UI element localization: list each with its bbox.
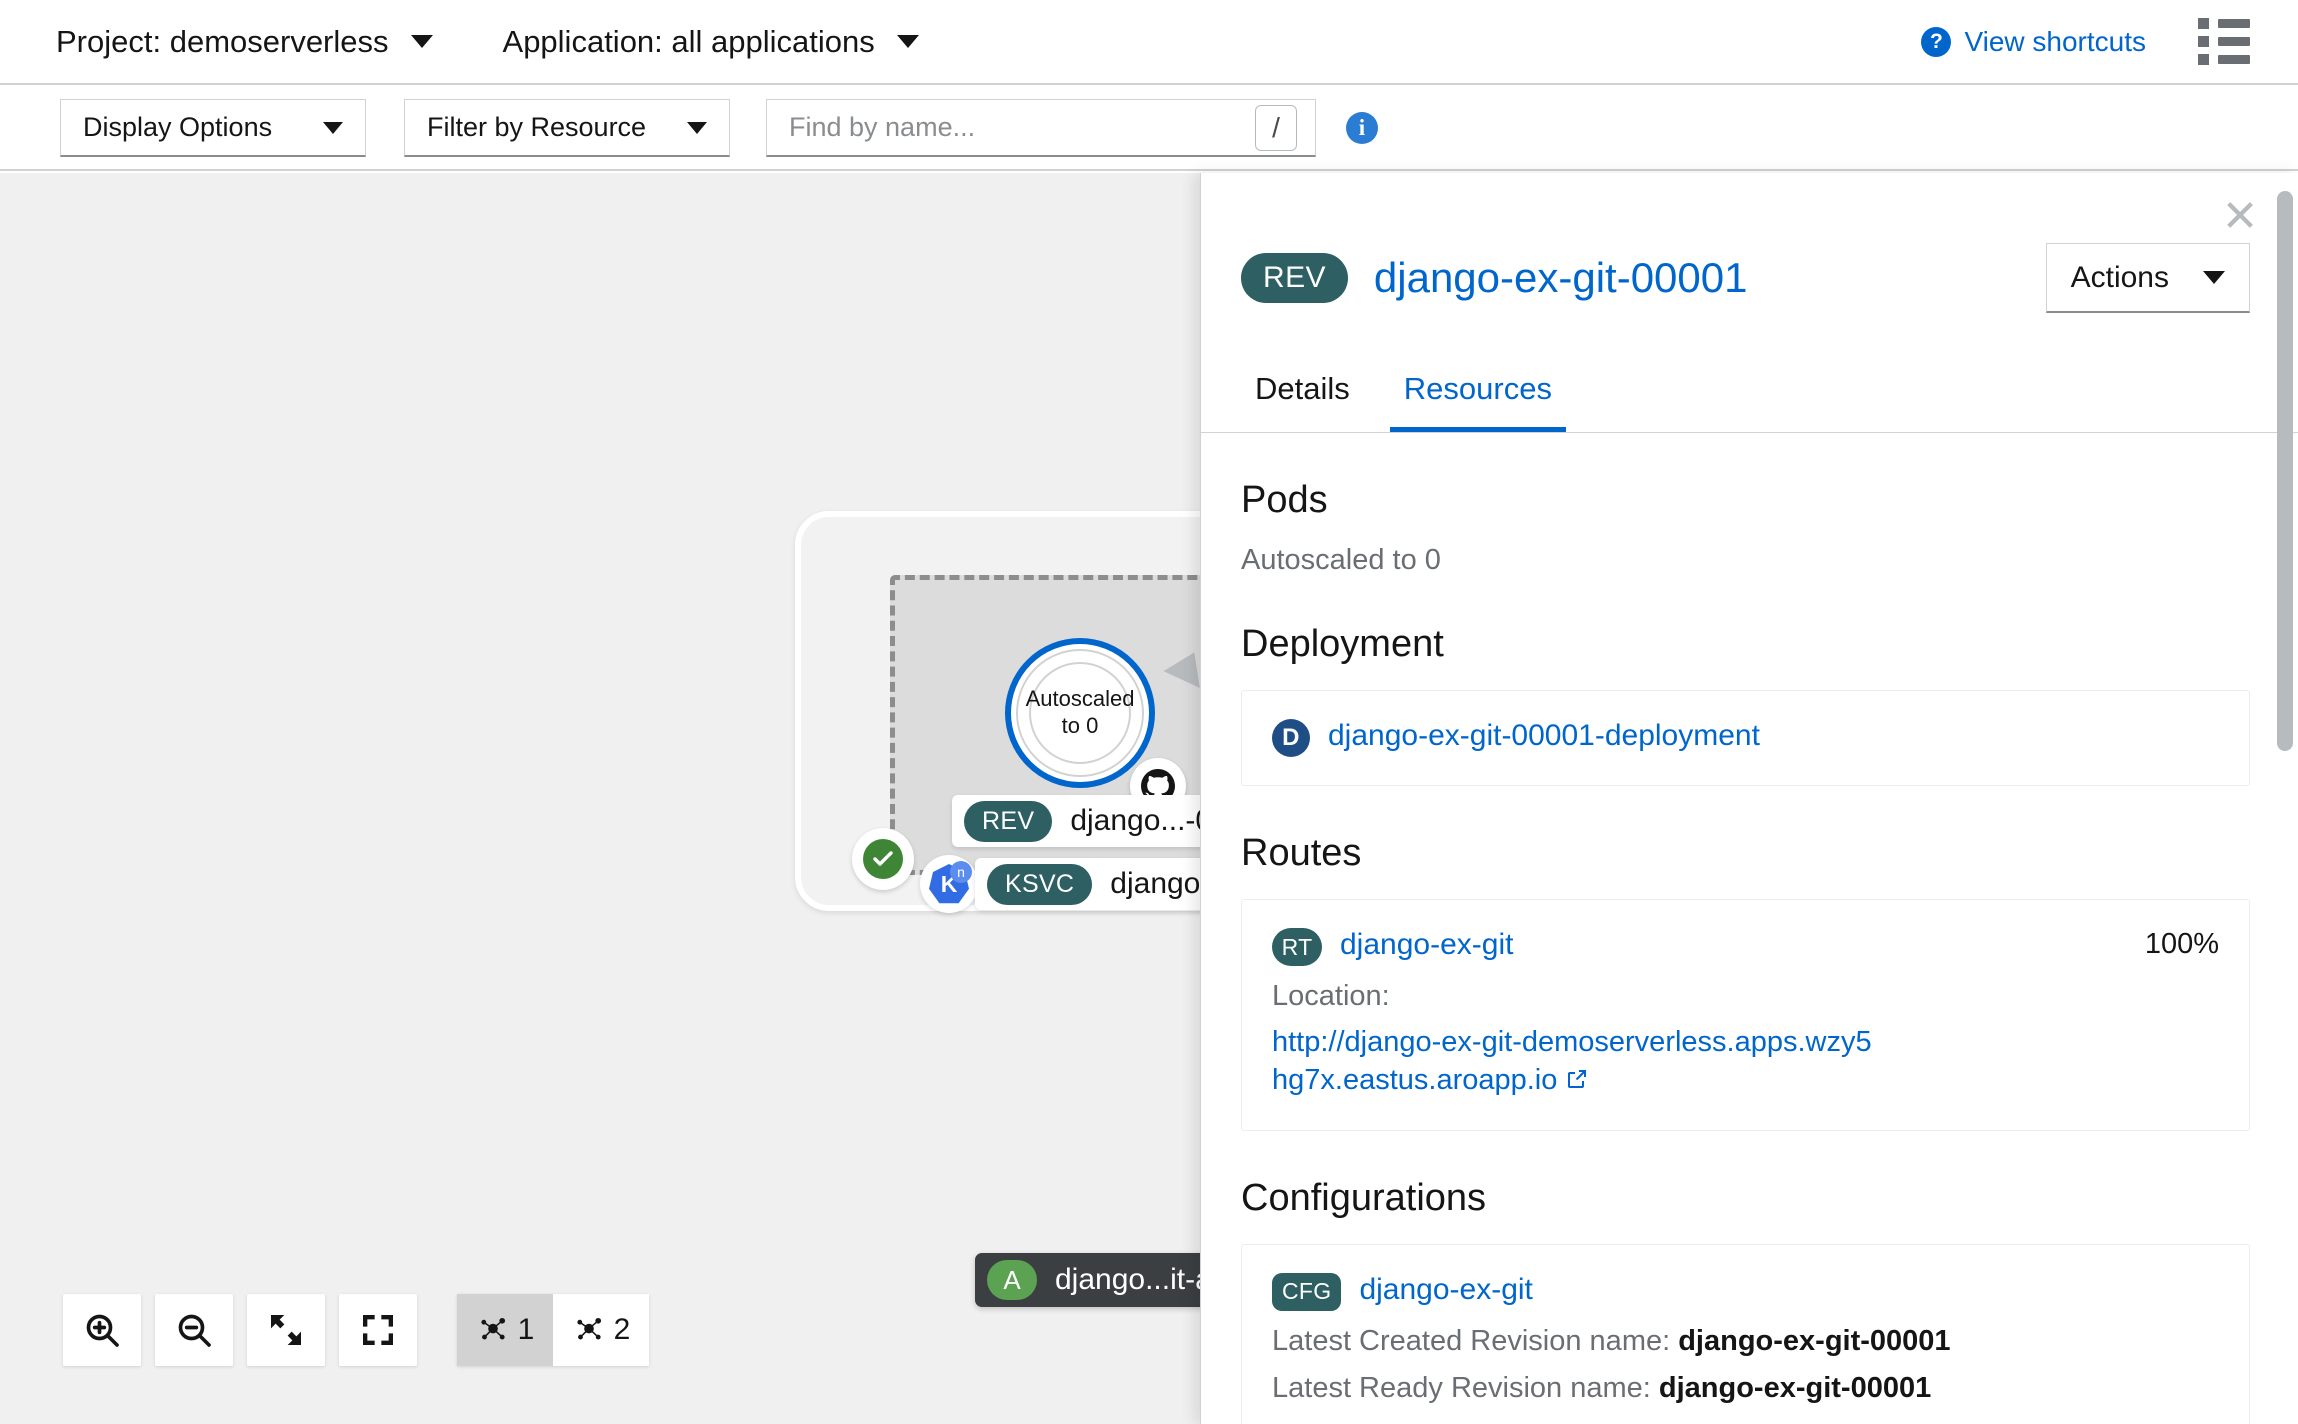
latest-created-revision-row: Latest Created Revision name: django-ex-… <box>1272 1325 2219 1358</box>
deployment-name-link[interactable]: django-ex-git-00001-deployment <box>1328 719 1760 753</box>
reset-view-button[interactable] <box>339 1294 417 1366</box>
chevron-down-icon <box>687 121 707 134</box>
chevron-down-icon <box>410 35 433 48</box>
latest-ready-revision-row: Latest Ready Revision name: django-ex-gi… <box>1272 1372 2219 1405</box>
external-link-icon <box>1565 1063 1589 1101</box>
side-panel-tabs: Details Resources <box>1201 355 2298 433</box>
routes-section-heading: Routes <box>1241 832 1362 874</box>
route-card: RT django-ex-git 100% Location: http://d… <box>1241 899 2250 1131</box>
resource-type-badge: REV <box>1241 253 1348 303</box>
project-selector[interactable]: Project: demoserverless <box>56 24 433 60</box>
configuration-name-link[interactable]: django-ex-git <box>1359 1273 1532 1307</box>
project-selector-label: Project: demoserverless <box>56 23 389 59</box>
zoom-in-button[interactable] <box>63 1294 141 1366</box>
pods-section-heading: Pods <box>1241 479 1328 521</box>
configuration-badge: CFG <box>1272 1272 1342 1311</box>
filter-by-resource-label: Filter by Resource <box>427 112 647 142</box>
info-circle-icon[interactable]: i <box>1346 112 1378 144</box>
topology-group-2-label: 2 <box>613 1313 631 1346</box>
deployment-badge: D <box>1272 719 1310 757</box>
page-title[interactable]: django-ex-git-00001 <box>1374 254 1748 302</box>
topology-group-2-button[interactable]: 2 <box>553 1294 649 1366</box>
view-shortcuts-link[interactable]: ? View shortcuts <box>1921 26 2146 58</box>
application-selector[interactable]: Application: all applications <box>503 24 919 60</box>
topology-toolbar: Display Options Filter by Resource / i <box>0 87 2298 171</box>
search-shortcut-badge: / <box>1255 104 1297 151</box>
chevron-down-icon <box>323 121 343 134</box>
revision-node-line2: to 0 <box>1061 713 1099 738</box>
question-circle-icon: ? <box>1921 26 1952 57</box>
ksvc-badge: KSVC <box>987 863 1093 905</box>
fit-to-screen-button[interactable] <box>247 1294 325 1366</box>
rev-badge: REV <box>964 800 1053 842</box>
route-badge: RT <box>1272 928 1322 966</box>
route-name-link[interactable]: django-ex-git <box>1340 928 1513 962</box>
chevron-down-icon <box>896 35 919 48</box>
latest-ready-revision-value: django-ex-git-00001 <box>1658 1371 1932 1404</box>
side-panel-body: Pods Autoscaled to 0 Deployment D django… <box>1201 433 2298 1424</box>
search-field-wrapper: / <box>766 99 1316 157</box>
scrollbar-thumb[interactable] <box>2277 191 2293 751</box>
chevron-down-icon <box>2203 271 2225 284</box>
actions-dropdown[interactable]: Actions <box>2045 243 2250 313</box>
deployment-card: D django-ex-git-00001-deployment <box>1241 690 2250 786</box>
pods-status-text: Autoscaled to 0 <box>1241 544 1441 576</box>
latest-created-revision-value: django-ex-git-00001 <box>1678 1324 1951 1357</box>
search-input[interactable] <box>789 112 1255 143</box>
route-location-label: Location: <box>1272 980 1390 1012</box>
side-panel-header: ✕ REV django-ex-git-00001 Actions <box>1201 173 2298 355</box>
tab-details[interactable]: Details <box>1241 355 1364 432</box>
knative-superscript: n <box>950 861 972 883</box>
list-view-icon[interactable] <box>2198 18 2250 65</box>
route-traffic-percent: 100% <box>2144 928 2219 960</box>
deployment-section-heading: Deployment <box>1241 623 1444 665</box>
actions-dropdown-label: Actions <box>2070 260 2169 294</box>
topology-page: Project: demoserverless Application: all… <box>0 0 2298 1424</box>
application-badge: A <box>987 1260 1037 1300</box>
close-icon[interactable]: ✕ <box>2218 195 2262 239</box>
topology-group-1-button[interactable]: 1 <box>457 1294 553 1366</box>
zoom-out-button[interactable] <box>155 1294 233 1366</box>
configuration-card: CFG django-ex-git Latest Created Revisio… <box>1241 1243 2250 1424</box>
check-circle-icon <box>852 828 914 890</box>
tab-resources[interactable]: Resources <box>1389 355 1566 432</box>
side-panel-scrollbar[interactable] <box>2277 183 2293 1409</box>
topology-view-controls: 1 2 <box>63 1294 649 1366</box>
knative-icon: K n <box>920 855 978 913</box>
revision-node-line1: Autoscaled <box>1025 686 1135 712</box>
view-shortcuts-label: View shortcuts <box>1964 25 2146 57</box>
application-selector-label: Application: all applications <box>502 23 875 59</box>
filter-by-resource-dropdown[interactable]: Filter by Resource <box>404 99 730 157</box>
header-actions: ? View shortcuts <box>1921 18 2250 65</box>
revision-node[interactable]: Autoscaled to 0 <box>1005 638 1155 788</box>
latest-ready-revision-label: Latest Ready Revision name: <box>1272 1371 1651 1404</box>
resource-side-panel: ✕ REV django-ex-git-00001 Actions Detail… <box>1200 173 2298 1424</box>
display-options-dropdown[interactable]: Display Options <box>60 99 366 157</box>
topology-group-1-label: 1 <box>517 1313 535 1346</box>
topology-group-toggle: 1 2 <box>457 1294 649 1366</box>
display-options-label: Display Options <box>83 112 273 142</box>
configurations-section-heading: Configurations <box>1241 1176 1487 1219</box>
page-header: Project: demoserverless Application: all… <box>0 0 2298 85</box>
latest-created-revision-label: Latest Created Revision name: <box>1272 1324 1671 1357</box>
side-panel-title-row: REV django-ex-git-00001 Actions <box>1201 173 2298 355</box>
route-url-link[interactable]: http://django-ex-git-demoserverless.apps… <box>1272 1023 1872 1102</box>
